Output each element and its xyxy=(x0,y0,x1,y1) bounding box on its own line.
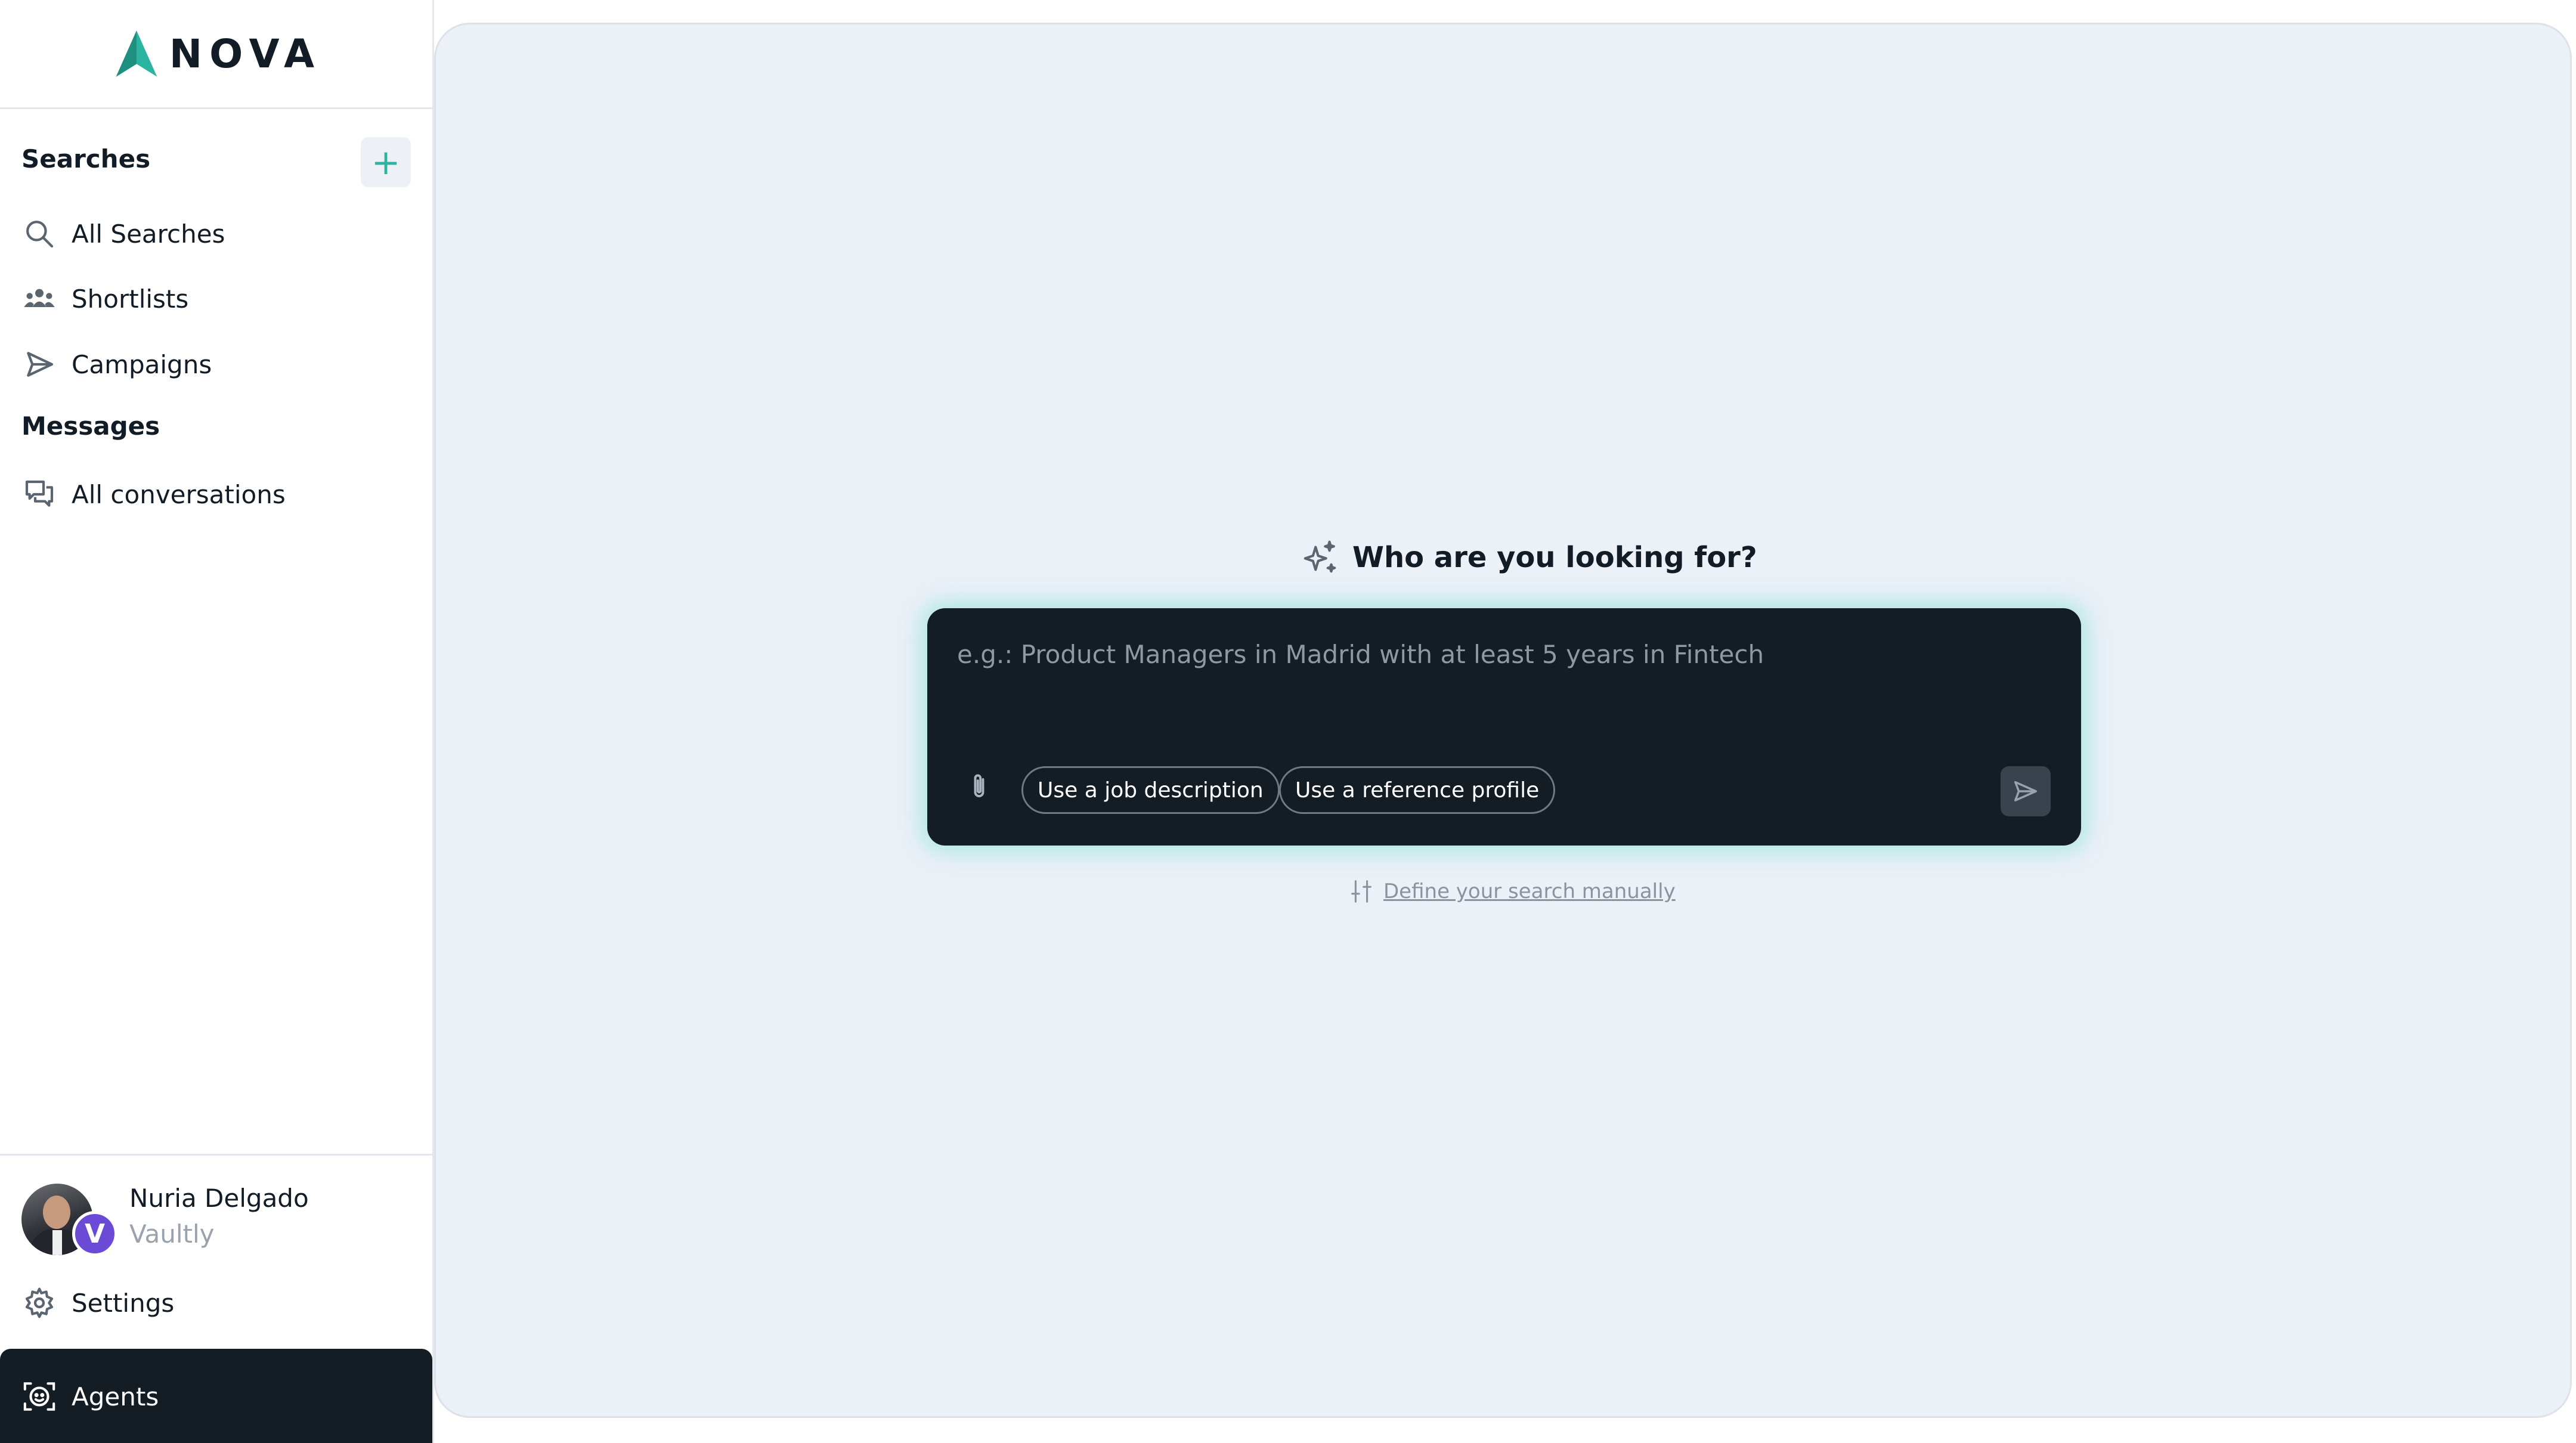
sidebar-item-all-conversations[interactable]: All conversations xyxy=(21,470,286,518)
nova-logo-icon xyxy=(116,30,157,77)
plus-icon: + xyxy=(371,142,401,182)
sidebar-item-label: Campaigns xyxy=(72,349,212,379)
define-search-manually-link[interactable]: Define your search manually xyxy=(1348,874,1676,909)
send-icon xyxy=(2014,781,2037,802)
sidebar-item-campaigns[interactable]: Campaigns xyxy=(21,340,212,388)
sparkle-icon xyxy=(1304,540,1336,573)
attach-button[interactable] xyxy=(960,768,998,806)
sidebar-item-label: Shortlists xyxy=(72,284,189,314)
send-outline-icon xyxy=(21,346,57,382)
define-search-manually-label: Define your search manually xyxy=(1383,880,1676,903)
messages-section-title: Messages xyxy=(21,411,160,441)
agent-face-icon xyxy=(21,1379,57,1414)
new-search-button[interactable]: + xyxy=(361,137,411,187)
paperclip-icon xyxy=(974,774,984,798)
sidebar-footer-divider xyxy=(0,1154,432,1156)
search-icon xyxy=(21,216,57,252)
sidebar-item-label: Settings xyxy=(72,1288,175,1318)
use-job-description-chip[interactable]: Use a job description xyxy=(1021,766,1280,814)
sidebar-item-agents[interactable]: Agents xyxy=(21,1373,159,1420)
sidebar-item-label: All conversations xyxy=(72,479,286,509)
user-name[interactable]: Nuria Delgado xyxy=(129,1184,309,1213)
brand-name: NOVA xyxy=(169,30,322,77)
sidebar-item-label: All Searches xyxy=(72,219,225,249)
search-prompt-input[interactable] xyxy=(956,636,2032,673)
sliders-icon xyxy=(1351,880,1371,903)
sidebar: NOVA Searches + All Searches Shortlists … xyxy=(0,0,434,1443)
sidebar-item-shortlists[interactable]: Shortlists xyxy=(21,275,188,323)
sidebar-item-settings[interactable]: Settings xyxy=(21,1279,174,1327)
search-prompt-box: Use a job description Use a reference pr… xyxy=(927,608,2081,846)
user-organization: Vaultly xyxy=(129,1219,215,1249)
agents-label: Agents xyxy=(72,1382,159,1411)
searches-section-title: Searches xyxy=(21,144,151,174)
prompt-heading: Who are you looking for? xyxy=(1300,534,1757,581)
brand-header[interactable]: NOVA xyxy=(0,0,432,109)
gear-icon xyxy=(21,1285,57,1321)
people-icon xyxy=(21,281,57,317)
org-badge: V xyxy=(72,1211,117,1256)
send-button[interactable] xyxy=(2001,766,2051,816)
prompt-title: Who are you looking for? xyxy=(1352,541,1757,574)
sidebar-item-all-searches[interactable]: All Searches xyxy=(21,210,225,258)
chat-icon xyxy=(21,476,57,512)
use-reference-profile-chip[interactable]: Use a reference profile xyxy=(1279,766,1556,814)
